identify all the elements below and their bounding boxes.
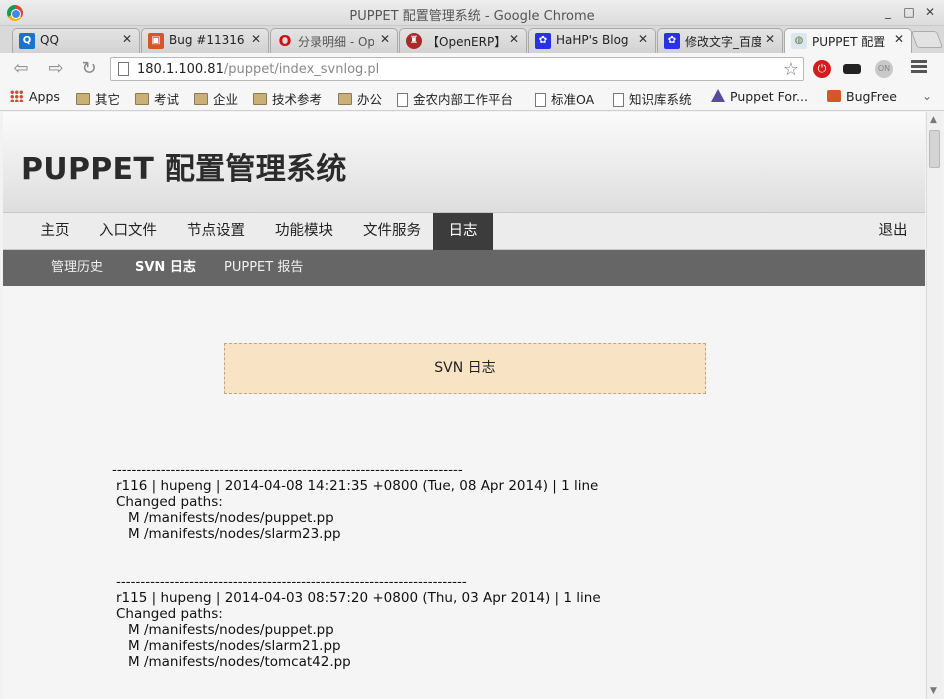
browser-tab-active[interactable]: ◍ PUPPET 配置 ✕ — [784, 28, 912, 53]
folder-icon — [338, 93, 352, 105]
window-title: PUPPET 配置管理系统 - Google Chrome — [349, 9, 595, 24]
folder-icon — [253, 93, 267, 105]
tab-close-icon[interactable]: ✕ — [122, 32, 132, 46]
tab-close-icon[interactable]: ✕ — [380, 32, 390, 46]
bookmark-bugfree[interactable]: BugFree — [827, 89, 897, 107]
forward-arrow-icon[interactable]: ⇨ — [46, 59, 66, 79]
adblock-icon[interactable]: ⏻ — [813, 60, 831, 78]
page-icon — [535, 93, 546, 107]
bugfree-icon — [827, 90, 841, 102]
bookmark-page[interactable]: 金农内部工作平台 — [397, 89, 513, 107]
folder-icon — [135, 93, 149, 105]
subnav-item-svn-log[interactable]: SVN 日志 — [135, 250, 196, 286]
maximize-icon[interactable]: □ — [901, 4, 917, 20]
reload-icon[interactable]: ↻ — [79, 59, 99, 79]
browser-tab[interactable]: Q QQ ✕ — [12, 28, 140, 53]
browser-tab[interactable]: ▣ Bug #11316 ✕ — [141, 28, 269, 53]
bookmark-folder[interactable]: 企业 — [194, 89, 238, 107]
browser-tab[interactable]: ✿ 修改文字_百度 ✕ — [657, 28, 783, 53]
window-titlebar: PUPPET 配置管理系统 - Google Chrome _ □ ✕ — [0, 0, 944, 26]
folder-icon — [194, 93, 208, 105]
address-bar[interactable]: 180.1.100.81/puppet/index_svnlog.pl ☆ — [110, 57, 804, 81]
extension-badge-icon[interactable]: ON — [875, 60, 893, 78]
bookmark-page[interactable]: 知识库系统 — [613, 89, 692, 107]
scrollbar-thumb[interactable] — [929, 130, 940, 168]
browser-tab[interactable]: O 分录明细 - Op ✕ — [270, 28, 398, 53]
log-path: M /manifests/nodes/puppet.pp — [128, 510, 334, 526]
page-icon — [613, 93, 624, 107]
browser-tab[interactable]: ✿ HaHP's Blog ✕ — [528, 28, 656, 53]
tab-close-icon[interactable]: ✕ — [765, 32, 775, 46]
site-header: PUPPET 配置管理系统 — [3, 112, 925, 213]
bookmark-folder[interactable]: 考试 — [135, 89, 179, 107]
site-title: PUPPET 配置管理系统 — [21, 152, 347, 187]
logout-link[interactable]: 退出 — [873, 213, 913, 250]
page-icon — [118, 62, 129, 76]
tab-close-icon[interactable]: ✕ — [251, 32, 261, 46]
tab-strip: Q QQ ✕ ▣ Bug #11316 ✕ O 分录明细 - Op ✕ ♜ 【O… — [0, 26, 944, 53]
nav-item-modules[interactable]: 功能模块 — [271, 213, 337, 250]
nav-item-logs[interactable]: 日志 — [433, 213, 493, 250]
log-path: M /manifests/nodes/tomcat42.pp — [128, 654, 351, 670]
browser-tab[interactable]: ♜ 【OpenERP】 ✕ — [399, 28, 527, 53]
page-viewport: PUPPET 配置管理系统 主页 入口文件 节点设置 功能模块 文件服务 日志 … — [3, 112, 925, 699]
nav-item-node-settings[interactable]: 节点设置 — [183, 213, 249, 250]
nav-item-home[interactable]: 主页 — [33, 213, 77, 250]
folder-icon — [76, 93, 90, 105]
scroll-down-arrow-icon[interactable]: ▼ — [930, 686, 937, 696]
subnav-item-history[interactable]: 管理历史 — [51, 250, 103, 286]
minimize-icon[interactable]: _ — [880, 4, 896, 20]
log-entry-header: r116 | hupeng | 2014-04-08 14:21:35 +080… — [116, 478, 599, 494]
vertical-scrollbar[interactable]: ▲ ▼ — [926, 112, 942, 699]
scroll-up-arrow-icon[interactable]: ▲ — [930, 115, 937, 125]
url-text[interactable]: 180.1.100.81/puppet/index_svnlog.pl — [137, 62, 379, 77]
chrome-menu-icon[interactable] — [911, 60, 927, 76]
log-path: M /manifests/nodes/slarm23.pp — [128, 526, 341, 542]
qq-icon: Q — [19, 33, 35, 49]
svn-log-title-box: SVN 日志 — [224, 343, 706, 394]
log-entry-header: r115 | hupeng | 2014-04-03 08:57:20 +080… — [116, 590, 601, 606]
bookmark-star-icon[interactable]: ☆ — [783, 59, 799, 80]
opera-icon: O — [278, 32, 292, 50]
browser-toolbar: ⇦ ⇨ ↻ 180.1.100.81/puppet/index_svnlog.p… — [0, 53, 944, 85]
main-nav: 主页 入口文件 节点设置 功能模块 文件服务 日志 退出 — [3, 213, 925, 250]
log-changed-label: Changed paths: — [116, 494, 223, 510]
nav-item-entry-files[interactable]: 入口文件 — [95, 213, 161, 250]
log-separator: ----------------------------------------… — [116, 574, 467, 590]
bookmark-folder[interactable]: 其它 — [76, 89, 120, 107]
apps-grid-icon — [10, 90, 24, 102]
bookmark-folder[interactable]: 办公 — [338, 89, 382, 107]
bookmark-puppet[interactable]: Puppet For... — [711, 89, 808, 107]
puppet-page-icon: ◍ — [791, 33, 807, 49]
tab-close-icon[interactable]: ✕ — [638, 32, 648, 46]
log-changed-label: Changed paths: — [116, 606, 223, 622]
tab-close-icon[interactable]: ✕ — [894, 32, 904, 46]
log-separator: ----------------------------------------… — [112, 462, 463, 478]
bookmark-apps[interactable]: Apps — [10, 89, 60, 107]
page-icon — [397, 93, 408, 107]
bookmark-folder[interactable]: 技术参考 — [253, 89, 322, 107]
back-arrow-icon[interactable]: ⇦ — [11, 59, 31, 79]
nav-item-file-service[interactable]: 文件服务 — [359, 213, 425, 250]
close-window-icon[interactable]: ✕ — [922, 4, 938, 20]
sub-nav: 管理历史 SVN 日志 PUPPET 报告 — [3, 250, 925, 286]
incognito-mask-icon[interactable] — [843, 64, 861, 74]
redmine-icon: ▣ — [148, 33, 164, 49]
tab-close-icon[interactable]: ✕ — [509, 32, 519, 46]
openerp-icon: ♜ — [406, 33, 422, 49]
log-path: M /manifests/nodes/slarm21.pp — [128, 638, 341, 654]
subnav-item-puppet-report[interactable]: PUPPET 报告 — [224, 250, 303, 286]
chevron-down-icon[interactable]: ⌄ — [922, 89, 932, 107]
baidu-paw-icon: ✿ — [535, 33, 551, 49]
baidu-paw-icon: ✿ — [664, 33, 680, 49]
puppet-icon — [711, 89, 725, 102]
bookmarks-bar: Apps 其它 考试 企业 技术参考 办公 金农内部工作平台 标准OA 知识库系… — [0, 85, 944, 111]
bookmark-page[interactable]: 标准OA — [535, 89, 594, 107]
log-path: M /manifests/nodes/puppet.pp — [128, 622, 334, 638]
